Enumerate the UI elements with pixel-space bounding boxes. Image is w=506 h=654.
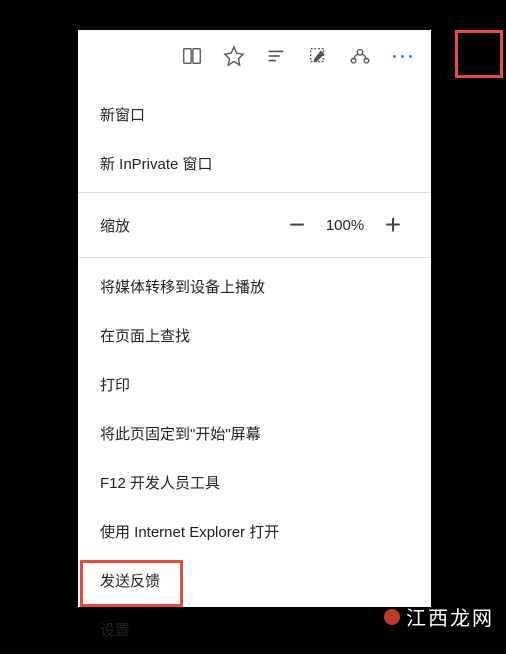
- divider: [78, 257, 431, 258]
- watermark-text: 江西龙网: [406, 602, 494, 631]
- menu-cast-media[interactable]: 将媒体转移到设备上播放: [78, 262, 431, 311]
- menu-send-feedback[interactable]: 发送反馈: [78, 556, 431, 605]
- menu-pin-to-start[interactable]: 将此页固定到"开始"屏幕: [78, 409, 431, 458]
- menu-f12-devtools[interactable]: F12 开发人员工具: [78, 458, 431, 507]
- menu-settings[interactable]: 设置: [78, 605, 431, 654]
- zoom-in-button[interactable]: +: [377, 209, 409, 241]
- watermark: 江西龙网: [384, 602, 494, 631]
- more-button[interactable]: [381, 35, 423, 77]
- menu-new-inprivate[interactable]: 新 InPrivate 窗口: [78, 139, 431, 188]
- divider: [78, 192, 431, 193]
- menu-print[interactable]: 打印: [78, 360, 431, 409]
- highlight-more-button: [455, 30, 503, 78]
- zoom-label: 缩放: [100, 215, 271, 236]
- menu-find-on-page[interactable]: 在页面上查找: [78, 311, 431, 360]
- reading-list-icon[interactable]: [171, 35, 213, 77]
- watermark-dot-icon: [384, 609, 400, 625]
- web-note-icon[interactable]: [297, 35, 339, 77]
- toolbar: [78, 30, 431, 82]
- zoom-out-button[interactable]: −: [281, 209, 313, 241]
- share-icon[interactable]: [339, 35, 381, 77]
- more-icon: [393, 55, 412, 58]
- hub-icon[interactable]: [255, 35, 297, 77]
- settings-menu: 新窗口 新 InPrivate 窗口 缩放 − 100% + 将媒体转移到设备上…: [78, 82, 431, 654]
- star-icon[interactable]: [213, 35, 255, 77]
- zoom-value: 100%: [323, 217, 367, 234]
- menu-open-with-ie[interactable]: 使用 Internet Explorer 打开: [78, 507, 431, 556]
- browser-menu-window: 新窗口 新 InPrivate 窗口 缩放 − 100% + 将媒体转移到设备上…: [78, 30, 431, 607]
- menu-new-window[interactable]: 新窗口: [78, 90, 431, 139]
- menu-zoom: 缩放 − 100% +: [78, 197, 431, 253]
